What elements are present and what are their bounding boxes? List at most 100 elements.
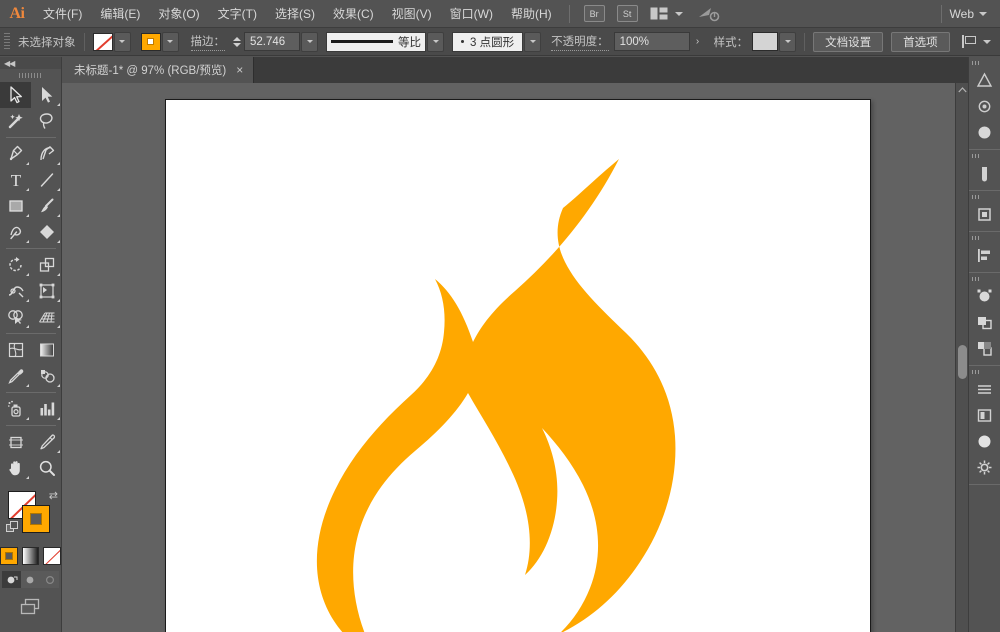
rotate-tool[interactable] bbox=[0, 252, 31, 278]
artboards-panel-icon[interactable] bbox=[969, 402, 1000, 428]
canvas-area[interactable] bbox=[62, 83, 968, 632]
zoom-tool[interactable] bbox=[31, 455, 62, 481]
flame-logo[interactable] bbox=[166, 100, 872, 632]
menu-window[interactable]: 窗口(W) bbox=[441, 0, 502, 28]
shape-builder-tool[interactable] bbox=[0, 304, 31, 330]
appearance-panel-icon[interactable] bbox=[969, 428, 1000, 454]
tools-panel-header[interactable]: ◀◀ bbox=[0, 57, 61, 69]
artboard-tool[interactable] bbox=[0, 429, 31, 455]
dock-grip-5[interactable] bbox=[969, 275, 1000, 283]
canvas-scrollbar-thumb[interactable] bbox=[958, 345, 967, 379]
brushes-panel-icon[interactable] bbox=[969, 160, 1000, 186]
menu-edit[interactable]: 编辑(E) bbox=[91, 0, 149, 28]
menu-file[interactable]: 文件(F) bbox=[34, 0, 91, 28]
stroke-swatch-large[interactable] bbox=[22, 505, 50, 533]
swap-fill-stroke-icon[interactable]: ⇄ bbox=[49, 489, 58, 502]
fill-chevron-down-icon[interactable] bbox=[113, 31, 131, 52]
tools-panel-grip[interactable] bbox=[0, 69, 61, 82]
color-panel-icon[interactable] bbox=[969, 67, 1000, 93]
dock-grip-4[interactable] bbox=[969, 234, 1000, 242]
eraser-tool[interactable] bbox=[31, 219, 62, 245]
mesh-tool[interactable] bbox=[0, 337, 31, 363]
column-graph-tool[interactable] bbox=[31, 396, 62, 422]
canvas-vertical-scrollbar[interactable] bbox=[955, 83, 968, 632]
perspective-grid-tool[interactable] bbox=[31, 304, 62, 330]
menu-select[interactable]: 选择(S) bbox=[266, 0, 324, 28]
dock-grip-6[interactable] bbox=[969, 368, 1000, 376]
dock-grip-3[interactable] bbox=[969, 193, 1000, 201]
color-mode-button[interactable] bbox=[0, 547, 18, 565]
hand-tool[interactable] bbox=[0, 455, 31, 481]
double-chevron-left-icon[interactable]: ◀◀ bbox=[4, 59, 15, 68]
graphic-styles-panel-icon[interactable] bbox=[969, 454, 1000, 480]
stroke-weight-chevron-down-icon[interactable] bbox=[301, 31, 318, 52]
symbol-sprayer-tool[interactable] bbox=[0, 396, 31, 422]
draw-normal-button[interactable] bbox=[2, 571, 21, 588]
swatches-panel-icon[interactable] bbox=[969, 119, 1000, 145]
shaper-tool[interactable] bbox=[0, 219, 31, 245]
control-bar-grip[interactable] bbox=[4, 32, 10, 51]
change-screen-mode-button[interactable] bbox=[18, 598, 44, 621]
arrange-documents-icon[interactable] bbox=[648, 6, 670, 22]
color-guide-panel-icon[interactable] bbox=[969, 93, 1000, 119]
direct-selection-tool[interactable] bbox=[31, 82, 62, 108]
none-mode-button[interactable] bbox=[43, 547, 62, 565]
lasso-tool[interactable] bbox=[31, 108, 62, 134]
arrange-chevron-down-icon[interactable] bbox=[674, 11, 683, 16]
graphic-style-swatch[interactable] bbox=[752, 32, 779, 51]
menu-help[interactable]: 帮助(H) bbox=[502, 0, 561, 28]
opacity-popup-arrow-icon[interactable]: › bbox=[690, 32, 706, 51]
opacity-input[interactable]: 100% bbox=[613, 32, 690, 51]
close-icon[interactable]: × bbox=[236, 64, 243, 76]
align-to-artboard-icon[interactable] bbox=[960, 34, 978, 50]
paintbrush-tool[interactable] bbox=[31, 193, 62, 219]
document-tab[interactable]: 未标题-1* @ 97% (RGB/预览) × bbox=[62, 57, 255, 83]
blend-tool[interactable] bbox=[31, 363, 62, 389]
type-tool[interactable]: T bbox=[0, 167, 31, 193]
style-chevron-down-icon[interactable] bbox=[779, 31, 797, 52]
width-tool[interactable] bbox=[0, 278, 31, 304]
sync-settings-icon[interactable] bbox=[698, 6, 720, 22]
align-chevron-down-icon[interactable] bbox=[982, 39, 991, 44]
gradient-tool[interactable] bbox=[31, 337, 62, 363]
stroke-profile-field[interactable]: 等比 bbox=[326, 31, 426, 52]
stroke-weight-input[interactable]: 52.746 bbox=[244, 32, 300, 51]
menu-type[interactable]: 文字(T) bbox=[209, 0, 266, 28]
menu-effect[interactable]: 效果(C) bbox=[324, 0, 383, 28]
chevron-up-icon[interactable] bbox=[956, 83, 968, 97]
eyedropper-tool[interactable] bbox=[0, 363, 31, 389]
rectangle-tool[interactable] bbox=[0, 193, 31, 219]
layers-panel-icon[interactable] bbox=[969, 376, 1000, 402]
bridge-button[interactable]: Br bbox=[583, 5, 605, 22]
preferences-button[interactable]: 首选项 bbox=[891, 31, 950, 52]
pathfinder-panel-icon[interactable] bbox=[969, 309, 1000, 335]
workspace-switcher[interactable]: Web bbox=[950, 7, 974, 21]
stock-button[interactable]: St bbox=[616, 5, 638, 22]
dock-grip-2[interactable] bbox=[969, 152, 1000, 160]
menu-object[interactable]: 对象(O) bbox=[149, 0, 208, 28]
dock-grip-1[interactable] bbox=[969, 59, 1000, 67]
draw-behind-button[interactable] bbox=[21, 571, 40, 588]
stroke-weight-stepper[interactable] bbox=[231, 32, 242, 51]
stroke-chevron-down-icon[interactable] bbox=[161, 31, 179, 52]
symbols-panel-icon[interactable] bbox=[969, 201, 1000, 227]
selection-tool[interactable] bbox=[0, 82, 31, 108]
free-transform-tool[interactable] bbox=[31, 278, 62, 304]
stroke-profile-chevron-down-icon[interactable] bbox=[427, 31, 444, 52]
align-panel-icon[interactable] bbox=[969, 242, 1000, 268]
document-setup-button[interactable]: 文档设置 bbox=[813, 31, 884, 52]
default-fill-stroke-icon[interactable] bbox=[6, 521, 19, 534]
stroke-color-swatch[interactable] bbox=[140, 32, 161, 51]
fill-color-swatch[interactable] bbox=[92, 32, 113, 51]
transparency-panel-icon[interactable] bbox=[969, 335, 1000, 361]
gradient-mode-button[interactable] bbox=[21, 547, 40, 565]
menu-view[interactable]: 视图(V) bbox=[383, 0, 441, 28]
transform-panel-icon[interactable] bbox=[969, 283, 1000, 309]
draw-inside-button[interactable] bbox=[40, 571, 59, 588]
scale-tool[interactable] bbox=[31, 252, 62, 278]
line-segment-tool[interactable] bbox=[31, 167, 62, 193]
workspace-chevron-down-icon[interactable] bbox=[979, 11, 987, 16]
slice-tool[interactable] bbox=[31, 429, 62, 455]
pen-tool[interactable] bbox=[0, 141, 31, 167]
brush-definition-field[interactable]: 3 点圆形 bbox=[452, 31, 524, 52]
